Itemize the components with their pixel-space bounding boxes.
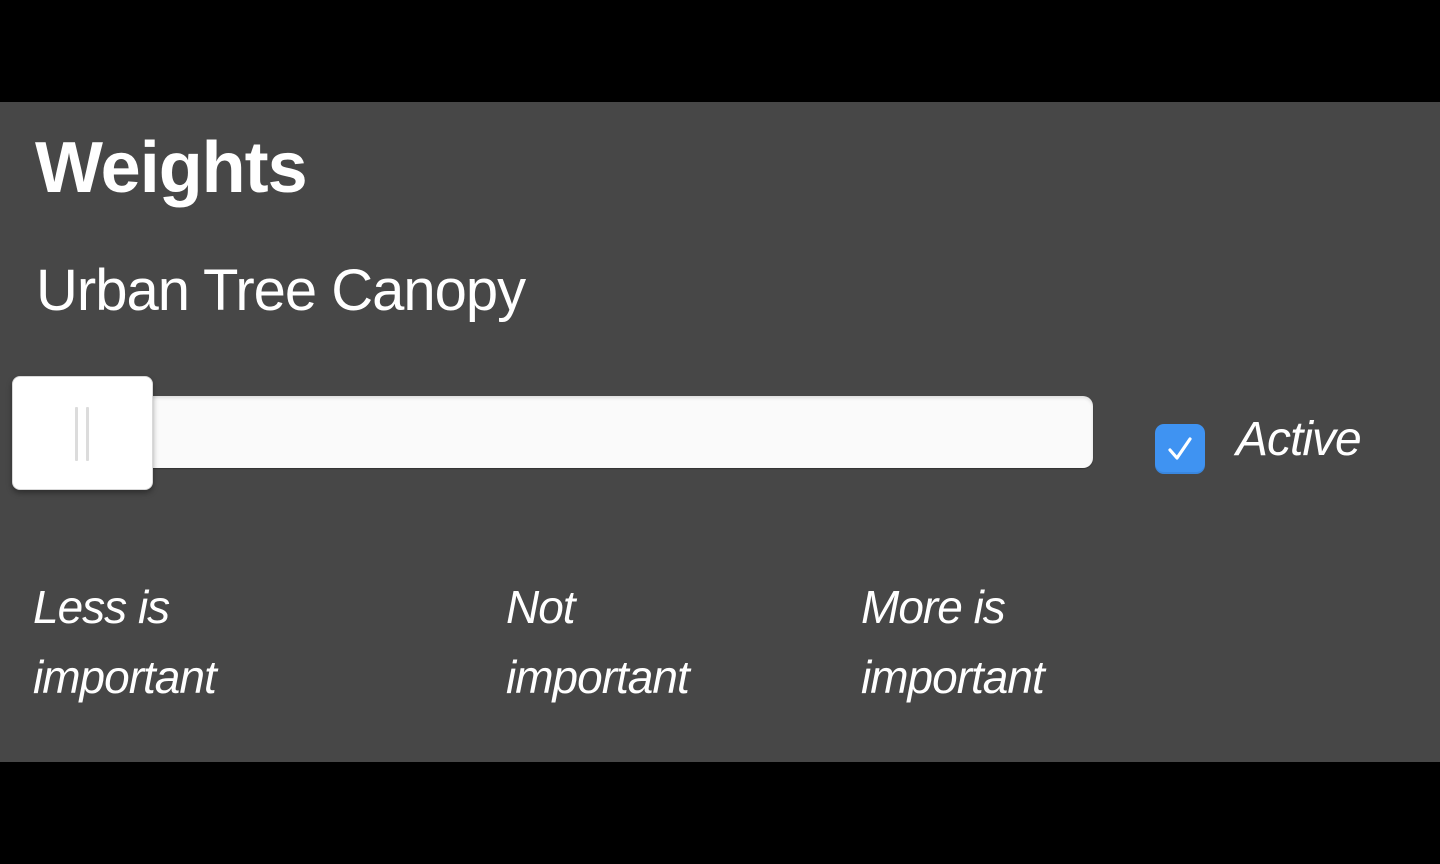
weight-slider-handle[interactable] [12,376,153,490]
more-important-label: More is important [861,572,1045,712]
active-label[interactable]: Active [1236,416,1362,464]
less-important-label: Less is important [33,572,217,712]
less-important-line1: Less is [33,581,170,633]
layer-name: Urban Tree Canopy [36,258,526,323]
grip-icon [75,407,78,461]
active-checkbox[interactable] [1155,424,1205,474]
not-important-line2: important [506,651,690,703]
checkmark-icon [1168,437,1192,460]
weight-slider-track[interactable] [14,396,1093,468]
grip-icon [86,407,89,461]
more-important-line1: More is [861,581,1006,633]
not-important-label: Not important [506,572,690,712]
weights-panel: Weights Urban Tree Canopy Active Less is… [0,102,1440,762]
more-important-line2: important [861,651,1045,703]
less-important-line2: important [33,651,217,703]
panel-title: Weights [35,128,308,208]
not-important-line1: Not [506,581,576,633]
